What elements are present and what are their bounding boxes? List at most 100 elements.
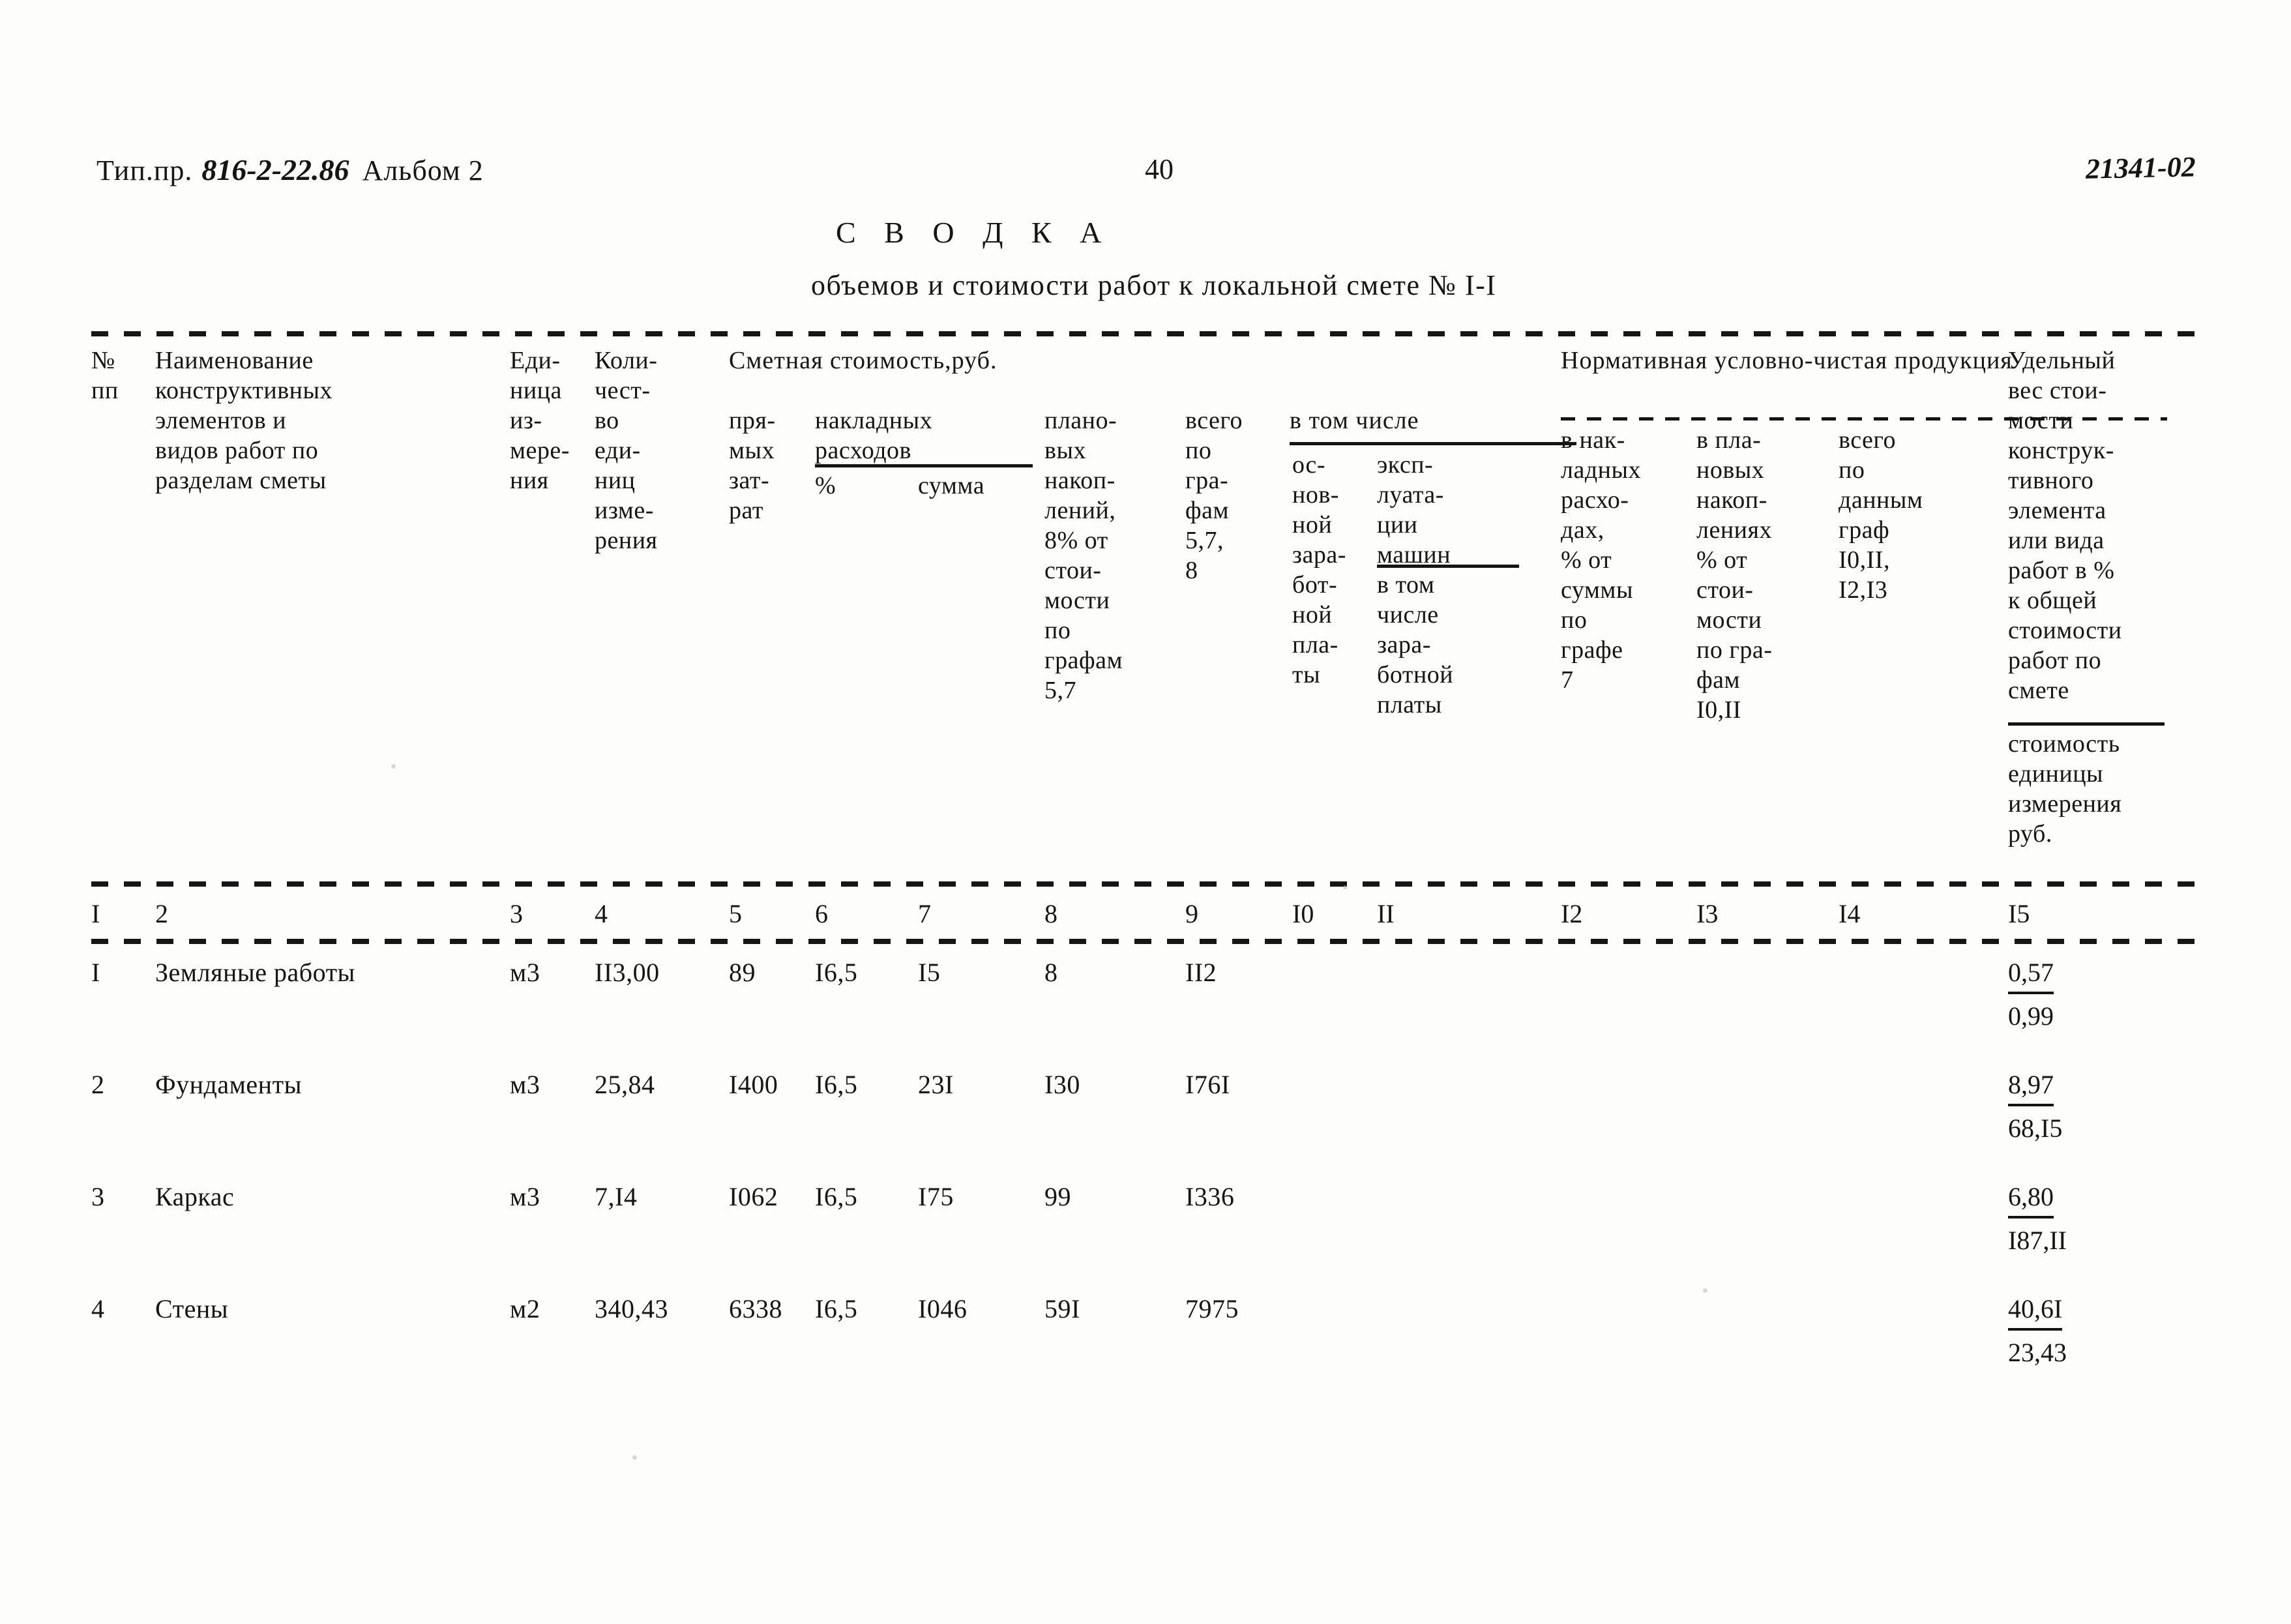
album-label: Альбом 2 — [362, 155, 484, 186]
sheet-code: 21341-02 — [2085, 151, 2196, 185]
col-header-unit: Еди- ница из- мере- ния — [510, 347, 570, 494]
cell-no: 3 — [91, 1182, 105, 1211]
colnum-11: II — [1377, 899, 1395, 928]
col-header-nchp-in-overhead: в нак- ладных расхо- дах, % от суммы по … — [1561, 426, 1642, 694]
colnum-4: 4 — [595, 899, 608, 928]
colnum-15: I5 — [2008, 899, 2030, 928]
col-header-planned-savings: плано- вых накоп- лений, 8% от стои- мос… — [1044, 407, 1123, 704]
colnum-2: 2 — [155, 899, 168, 928]
colnum-3: 3 — [510, 899, 523, 928]
cell-no: 4 — [91, 1294, 105, 1323]
doc-prefix-label: Тип.пр. — [96, 155, 193, 186]
cell-quantity: 340,43 — [595, 1294, 668, 1323]
cell-overhead-pct: I6,5 — [815, 1294, 858, 1323]
project-designation: Тип.пр. 816-2-22.86 Альбом 2 — [96, 153, 484, 187]
cell-planned: 8 — [1044, 958, 1058, 987]
col-header-no: № пп — [91, 347, 119, 404]
col-header-overhead-group: накладных расходов — [815, 407, 933, 464]
cell-overhead-pct: I6,5 — [815, 958, 858, 987]
colnum-6: 6 — [815, 899, 828, 928]
cell-unit-cost: I87,II — [2008, 1226, 2067, 1255]
cell-planned: 99 — [1044, 1182, 1071, 1211]
cell-direct: I062 — [729, 1182, 778, 1211]
cell-name: Каркас — [155, 1182, 235, 1211]
cell-total: I336 — [1185, 1182, 1235, 1211]
cell-unit: м3 — [510, 958, 540, 987]
cell-quantity: 7,I4 — [595, 1182, 638, 1211]
colnum-8: 8 — [1044, 899, 1057, 928]
cell-share-fraction: 40,6I 23,43 — [2008, 1291, 2067, 1371]
col-header-machine-operation: эксп- луата- ции машин — [1377, 451, 1451, 568]
col-header-name: Наименование конструктивных элементов и … — [155, 347, 333, 494]
group-header-estimated-cost: Сметная стоимость,руб. — [729, 347, 998, 374]
cell-share-fraction: 0,57 0,99 — [2008, 954, 2054, 1035]
cell-share-pct: 8,97 — [2008, 1067, 2054, 1106]
group-header-included: в том числе — [1290, 407, 1419, 434]
colnum-12: I2 — [1561, 899, 1583, 928]
table-row: 2 Фундаменты м3 25,84 I400 I6,5 23I I30 … — [91, 1069, 2210, 1181]
cell-direct: I400 — [729, 1070, 778, 1099]
cell-overhead-sum: I046 — [918, 1294, 968, 1323]
col-header-unit-cost-sub: стоимость единицы измерения руб. — [2008, 730, 2122, 848]
group-header-normative-net-output: Нормативная условно-чистая продукция — [1561, 347, 2013, 374]
cell-unit-cost: 0,99 — [2008, 1001, 2054, 1031]
cell-unit-cost: 23,43 — [2008, 1338, 2067, 1367]
colnum-13: I3 — [1696, 899, 1719, 928]
cell-share-fraction: 6,80 I87,II — [2008, 1179, 2067, 1259]
cell-overhead-pct: I6,5 — [815, 1182, 858, 1211]
cell-total: I76I — [1185, 1070, 1230, 1099]
scan-speckle — [391, 764, 396, 769]
cell-quantity: 25,84 — [595, 1070, 655, 1099]
table-row: 4 Стены м2 340,43 6338 I6,5 I046 59I 797… — [91, 1293, 2210, 1406]
colnum-5: 5 — [729, 899, 742, 928]
colnum-14: I4 — [1839, 899, 1861, 928]
page-number: 40 — [1145, 153, 1174, 185]
cell-no: 2 — [91, 1070, 105, 1099]
cell-share-pct: 6,80 — [2008, 1179, 2054, 1218]
numstrip-bottom-rule — [91, 939, 2210, 944]
col-header-nchp-in-planned: в пла- новых накоп- лениях % от стои- мо… — [1696, 426, 1773, 724]
colnum-1: I — [91, 899, 100, 928]
col-header-machine-wage-sub: в том числе зара- ботной платы — [1377, 571, 1454, 718]
overhead-group-underline — [815, 464, 1033, 467]
project-number: 816-2-22.86 — [201, 153, 349, 186]
colnum-10: I0 — [1292, 899, 1314, 928]
table-row: 3 Каркас м3 7,I4 I062 I6,5 I75 99 I336 6… — [91, 1181, 2210, 1293]
cell-total: 7975 — [1185, 1294, 1239, 1323]
cell-planned: I30 — [1044, 1070, 1080, 1099]
cell-direct: 89 — [729, 958, 756, 987]
cell-name: Земляные работы — [155, 958, 355, 987]
col-header-share-of-cost: Удельный вес стои- мости конструк- тивно… — [2008, 347, 2122, 704]
col-header-nchp-total: всего по данным граф I0,II, I2,I3 — [1839, 426, 1923, 604]
scan-speckle — [1343, 885, 1347, 889]
document-page: Тип.пр. 816-2-22.86 Альбом 2 40 21341-02 С… — [0, 0, 2291, 1624]
page-header: Тип.пр. 816-2-22.86 Альбом 2 40 21341-02 — [96, 149, 2209, 194]
scan-speckle — [1703, 1288, 1707, 1293]
cell-unit-cost: 68,I5 — [2008, 1114, 2063, 1143]
table-top-rule — [91, 331, 2210, 336]
included-group-underline — [1290, 442, 1576, 445]
cell-name: Фундаменты — [155, 1070, 302, 1099]
table-body: I Земляные работы м3 II3,00 89 I6,5 I5 8… — [91, 957, 2210, 1406]
cell-unit: м3 — [510, 1182, 540, 1211]
page-title: С В О Д К А — [836, 216, 1112, 249]
cell-quantity: II3,00 — [595, 958, 660, 987]
col-header-basic-wage: ос- нов- ной зара- бот- ной пла- ты — [1292, 451, 1346, 688]
cell-total: II2 — [1185, 958, 1217, 987]
col-header-total-cost: всего по гра- фам 5,7, 8 — [1185, 407, 1243, 584]
cell-unit: м2 — [510, 1294, 540, 1323]
col-header-direct-costs: пря- мых зат- рат — [729, 407, 776, 524]
table-row: I Земляные работы м3 II3,00 89 I6,5 I5 8… — [91, 957, 2210, 1069]
cell-direct: 6338 — [729, 1294, 782, 1323]
summary-table: № пп Наименование конструктивных элемент… — [91, 346, 2210, 874]
cell-overhead-sum: I5 — [918, 958, 941, 987]
scan-speckle — [632, 1455, 637, 1460]
colnum-7: 7 — [918, 899, 931, 928]
page-subtitle: объемов и стоимости работ к локальной см… — [811, 269, 1497, 301]
machine-operation-underline — [1377, 565, 1519, 568]
cell-name: Стены — [155, 1294, 229, 1323]
table-header-row: № пп Наименование конструктивных элемент… — [91, 346, 2210, 874]
cell-share-pct: 40,6I — [2008, 1291, 2063, 1331]
cell-planned: 59I — [1044, 1294, 1080, 1323]
cell-overhead-sum: 23I — [918, 1070, 954, 1099]
